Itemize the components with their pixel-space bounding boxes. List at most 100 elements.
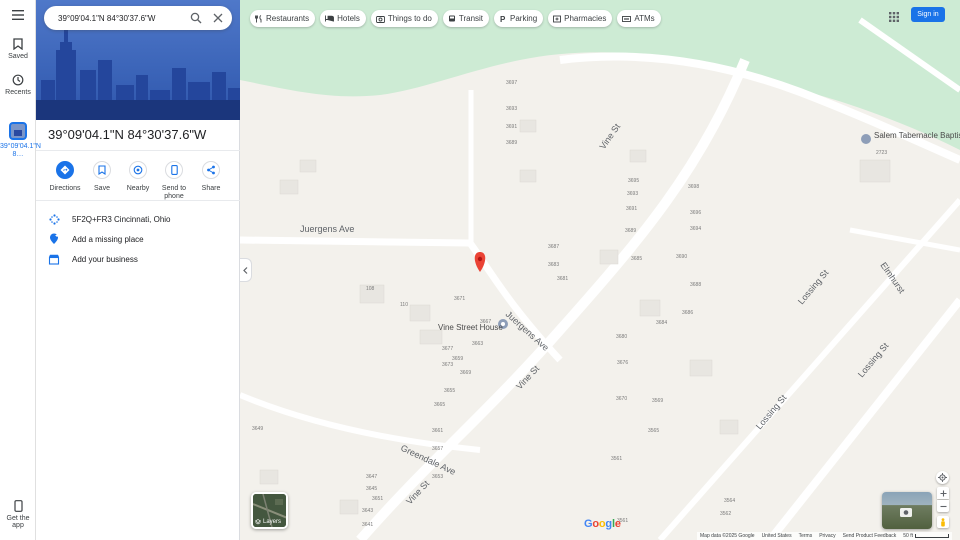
google-logo: Google <box>584 518 621 530</box>
page-title: 39°09'04.1"N 84°30'37.6"W <box>48 127 207 142</box>
street-label: Vine St <box>597 121 622 151</box>
house-number-label: 3659 <box>452 356 463 362</box>
house-number-label: 3691 <box>506 124 517 130</box>
add-missing-place-row[interactable]: Add a missing place <box>36 229 240 249</box>
bookmark-icon <box>13 38 23 50</box>
house-number-label: 3655 <box>444 388 455 394</box>
house-number-label: 3684 <box>656 320 667 326</box>
chip-label: Restaurants <box>266 14 310 23</box>
map-footer: Map data ©2025 Google United States Term… <box>697 532 953 540</box>
house-number-label: 110 <box>400 302 408 308</box>
street-view-icon <box>900 508 912 517</box>
chip-pharmacies[interactable]: Pharmacies <box>548 10 613 27</box>
layers-icon <box>255 519 261 525</box>
house-number-label: 3689 <box>506 140 517 146</box>
save-button[interactable]: Save <box>82 158 122 193</box>
chip-parking[interactable]: P Parking <box>494 10 544 27</box>
house-number-label: 3687 <box>548 244 559 250</box>
saved-label: Saved <box>8 53 28 60</box>
bookmark-icon <box>98 165 106 175</box>
add-business-row[interactable]: Add your business <box>36 249 240 269</box>
map-data-attribution[interactable]: Map data ©2025 Google <box>700 533 755 539</box>
house-number-label: 3694 <box>690 226 701 232</box>
minus-icon <box>940 505 946 507</box>
vine-street-house-poi[interactable]: Vine Street House <box>438 319 508 332</box>
send-feedback-link[interactable]: Send Product Feedback <box>843 533 897 539</box>
layers-button[interactable]: Layers <box>251 492 288 529</box>
plus-code-row[interactable]: 5F2Q+FR3 Cincinnati, Ohio <box>36 209 240 229</box>
directions-icon <box>60 165 70 175</box>
location-pin-icon[interactable] <box>474 252 486 272</box>
zoom-out-button[interactable] <box>937 500 949 512</box>
terms-link[interactable]: Terms <box>799 533 813 539</box>
house-number-label: 3681 <box>557 276 568 282</box>
saved-button[interactable]: Saved <box>0 38 36 60</box>
sign-in-button[interactable]: Sign in <box>911 7 945 22</box>
nearby-label: Nearby <box>126 185 150 192</box>
add-business-text: Add your business <box>72 254 138 264</box>
get-app-button[interactable]: Get the app <box>0 500 36 529</box>
street-view-thumbnail[interactable] <box>882 492 932 529</box>
map-scale[interactable]: 50 ft <box>903 533 950 539</box>
house-number-label: 3657 <box>432 446 443 452</box>
house-number-label: 108 <box>366 286 375 292</box>
house-number-label: 3689 <box>625 228 636 234</box>
add-place-icon <box>49 233 58 244</box>
send-to-phone-button[interactable]: Send to phone <box>154 158 194 201</box>
house-number-label: 3688 <box>690 282 701 288</box>
transit-icon <box>448 15 455 21</box>
house-number-label: 3643 <box>362 508 373 514</box>
chip-label: ATMs <box>634 14 655 23</box>
house-number-label: 3697 <box>506 80 517 86</box>
scale-bar <box>915 534 950 538</box>
house-number-label: 3645 <box>366 486 377 492</box>
house-number-label: 3693 <box>627 191 638 197</box>
history-icon <box>12 74 24 86</box>
get-app-label: Get the app <box>6 515 30 529</box>
zoom-in-button[interactable] <box>937 487 949 499</box>
nearby-button[interactable]: Nearby <box>118 158 158 193</box>
directions-label: Directions <box>49 185 81 192</box>
pegman-button[interactable] <box>937 516 949 528</box>
clear-search-button[interactable] <box>212 11 224 29</box>
share-button[interactable]: Share <box>191 158 231 193</box>
street-label: Lossing St <box>754 392 789 431</box>
house-number-label: 3680 <box>616 334 627 340</box>
recents-button[interactable]: Recents <box>0 74 36 96</box>
recent-place-button[interactable]: 39°09'04.1"N 8… <box>0 122 41 159</box>
house-number-label: 3686 <box>682 310 693 316</box>
region-link[interactable]: United States <box>762 533 792 539</box>
search-input[interactable] <box>56 12 186 24</box>
chip-transit[interactable]: Transit <box>442 10 490 27</box>
svg-text:P: P <box>500 15 506 23</box>
house-number-label: 3562 <box>720 511 731 517</box>
chip-atms[interactable]: ATMs <box>617 10 661 27</box>
collapse-panel-button[interactable] <box>240 258 252 282</box>
menu-button[interactable] <box>0 10 36 23</box>
svg-text:Salem Tabernacle Baptist Churc: Salem Tabernacle Baptist Church <box>874 131 960 140</box>
google-apps-button[interactable] <box>889 9 899 27</box>
search-box <box>44 6 232 30</box>
chip-label: Hotels <box>337 14 360 23</box>
apps-grid-icon <box>889 12 899 22</box>
house-number-label: 3569 <box>652 398 663 404</box>
send-to-phone-label: Send to phone <box>161 185 187 200</box>
privacy-link[interactable]: Privacy <box>819 533 835 539</box>
divider <box>36 150 240 151</box>
search-button[interactable] <box>190 11 202 29</box>
chip-things-to-do[interactable]: Things to do <box>370 10 438 27</box>
chip-label: Parking <box>510 14 538 23</box>
chip-restaurants[interactable]: Restaurants <box>250 10 316 27</box>
chip-hotels[interactable]: Hotels <box>320 10 366 27</box>
chevron-left-icon <box>243 266 248 274</box>
street-label: Lossing St <box>796 267 831 306</box>
atm-icon <box>622 15 632 22</box>
my-location-button[interactable] <box>936 471 949 484</box>
hotel-icon <box>325 15 335 22</box>
chip-label: Transit <box>458 14 484 23</box>
directions-button[interactable]: Directions <box>45 158 85 193</box>
hamburger-menu-icon <box>12 10 24 20</box>
house-number-label: 3698 <box>688 184 699 190</box>
left-rail: Saved Recents 39°09'04.1"N 8… Get the ap… <box>0 0 41 540</box>
svg-text:Vine Street House: Vine Street House <box>438 323 503 332</box>
